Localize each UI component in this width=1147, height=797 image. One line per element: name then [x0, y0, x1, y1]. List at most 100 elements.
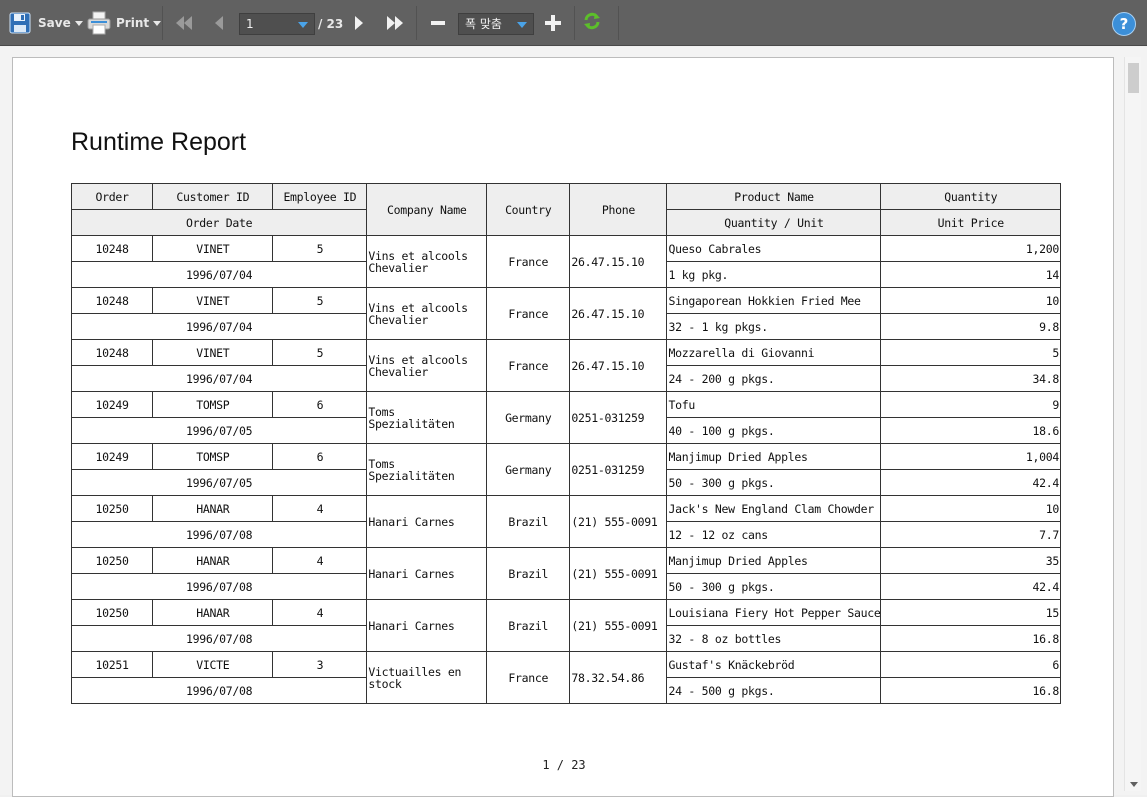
row-phone: 0251-031259 — [569, 443, 668, 496]
row-employee-id: 5 — [272, 287, 368, 314]
page-number-value: 1 — [246, 17, 254, 31]
row-employee-id: 6 — [272, 391, 368, 418]
row-unit-price: 16.8 — [880, 677, 1061, 704]
header-phone: Phone — [569, 183, 668, 236]
row-phone: (21) 555-0091 — [569, 599, 668, 652]
row-order-date: 1996/07/08 — [70, 573, 368, 600]
row-unit-price: 7.7 — [880, 521, 1061, 548]
report-title: Runtime Report — [71, 128, 247, 156]
row-employee-id: 5 — [272, 235, 368, 262]
table-row: 10248 VINET 5 Vins et alcools Chevalier Fran… — [70, 339, 1061, 392]
toolbar-divider — [574, 6, 575, 40]
table-row: 10248 VINET 5 Vins et alcools Chevalier Fran… — [70, 235, 1061, 288]
table-row: 10249 TOMSP 6 Toms Spezialitäten Germany 0251… — [70, 391, 1061, 444]
row-order-date: 1996/07/08 — [70, 521, 368, 548]
table-row: 10248 VINET 5 Vins et alcools Chevalier Fran… — [70, 287, 1061, 340]
row-customer-id: VINET — [152, 287, 274, 314]
row-company-name: Victuailles en stock — [366, 651, 488, 704]
scroll-down-icon[interactable] — [1130, 782, 1138, 787]
row-order: 10248 — [70, 235, 154, 262]
row-unit-price: 34.8 — [880, 365, 1061, 392]
row-quantity-per-unit: 1 kg pkg. — [666, 261, 882, 288]
row-order: 10250 — [70, 495, 154, 522]
row-phone: 26.47.15.10 — [569, 235, 668, 288]
header-employee-id: Employee ID — [272, 183, 368, 210]
row-country: France — [486, 339, 571, 392]
header-customer-id: Customer ID — [152, 183, 274, 210]
prev-page-icon — [215, 16, 223, 30]
vertical-scrollbar[interactable] — [1124, 57, 1141, 791]
row-country: Brazil — [486, 495, 571, 548]
row-quantity: 9 — [880, 391, 1061, 418]
row-country: Germany — [486, 443, 571, 496]
header-country: Country — [486, 183, 571, 236]
header-row: Order Customer ID Employee ID Company Na… — [70, 183, 1061, 236]
viewer-toolbar: Save Print 1 / 23 폭 맞춤 ? — [0, 0, 1147, 46]
row-phone: (21) 555-0091 — [569, 547, 668, 600]
toolbar-divider — [162, 6, 163, 40]
floppy-disk-icon — [9, 12, 31, 34]
page-number-input[interactable]: 1 — [239, 13, 315, 35]
table-row: 10250 HANAR 4 Hanari Carnes Brazil (21) 555-0… — [70, 599, 1061, 652]
row-quantity-per-unit: 40 - 100 g pkgs. — [666, 417, 882, 444]
header-order: Order — [70, 183, 154, 210]
row-order: 10250 — [70, 547, 154, 574]
zoom-out-button[interactable] — [430, 8, 446, 38]
row-company-name: Toms Spezialitäten — [366, 443, 488, 496]
row-phone: 26.47.15.10 — [569, 339, 668, 392]
row-order-date: 1996/07/04 — [70, 365, 368, 392]
row-quantity: 1,004 — [880, 443, 1061, 470]
page-footer: 1 / 23 — [542, 758, 586, 772]
refresh-button[interactable] — [582, 6, 602, 36]
row-order-date: 1996/07/05 — [70, 417, 368, 444]
row-quantity-per-unit: 32 - 8 oz bottles — [666, 625, 882, 652]
row-order-date: 1996/07/05 — [70, 469, 368, 496]
next-page-icon — [355, 16, 363, 30]
first-page-button[interactable] — [174, 8, 194, 38]
row-order: 10248 — [70, 287, 154, 314]
row-order: 10249 — [70, 391, 154, 418]
row-order: 10248 — [70, 339, 154, 366]
row-quantity-per-unit: 24 - 200 g pkgs. — [666, 365, 882, 392]
row-unit-price: 9.8 — [880, 313, 1061, 340]
help-button[interactable]: ? — [1112, 12, 1136, 36]
scrollbar-thumb[interactable] — [1128, 63, 1139, 93]
toolbar-divider — [618, 6, 619, 40]
row-quantity: 1,200 — [880, 235, 1061, 262]
row-product-name: Singaporean Hokkien Fried Mee — [666, 287, 882, 314]
row-country: Brazil — [486, 547, 571, 600]
row-employee-id: 4 — [272, 495, 368, 522]
save-button[interactable]: Save — [8, 8, 83, 38]
zoom-in-button[interactable] — [544, 8, 562, 38]
row-product-name: Jack's New England Clam Chowder — [666, 495, 882, 522]
row-quantity: 10 — [880, 287, 1061, 314]
row-product-name: Manjimup Dried Apples — [666, 547, 882, 574]
row-company-name: Toms Spezialitäten — [366, 391, 488, 444]
row-phone: 26.47.15.10 — [569, 287, 668, 340]
report-body: 10248 VINET 5 Vins et alcools Chevalier Fran… — [70, 235, 1061, 704]
row-unit-price: 18.6 — [880, 417, 1061, 444]
first-page-icon — [176, 16, 192, 30]
row-quantity: 35 — [880, 547, 1061, 574]
row-customer-id: HANAR — [152, 495, 274, 522]
row-customer-id: VINET — [152, 339, 274, 366]
print-button[interactable]: Print — [86, 8, 162, 38]
last-page-button[interactable] — [385, 8, 405, 38]
row-customer-id: VINET — [152, 235, 274, 262]
row-quantity: 15 — [880, 599, 1061, 626]
row-quantity: 5 — [880, 339, 1061, 366]
row-product-name: Tofu — [666, 391, 882, 418]
next-page-button[interactable] — [352, 8, 366, 38]
row-customer-id: HANAR — [152, 547, 274, 574]
row-customer-id: TOMSP — [152, 443, 274, 470]
prev-page-button[interactable] — [212, 8, 226, 38]
row-country: Brazil — [486, 599, 571, 652]
report-page: Runtime Report Order Customer ID Employe… — [12, 57, 1114, 797]
last-page-icon — [387, 16, 403, 30]
row-phone: 0251-031259 — [569, 391, 668, 444]
zoom-select[interactable]: 폭 맞춤 — [458, 13, 534, 35]
row-quantity-per-unit: 50 - 300 g pkgs. — [666, 573, 882, 600]
row-company-name: Hanari Carnes — [366, 547, 488, 600]
chevron-down-icon — [153, 20, 162, 26]
row-employee-id: 4 — [272, 599, 368, 626]
